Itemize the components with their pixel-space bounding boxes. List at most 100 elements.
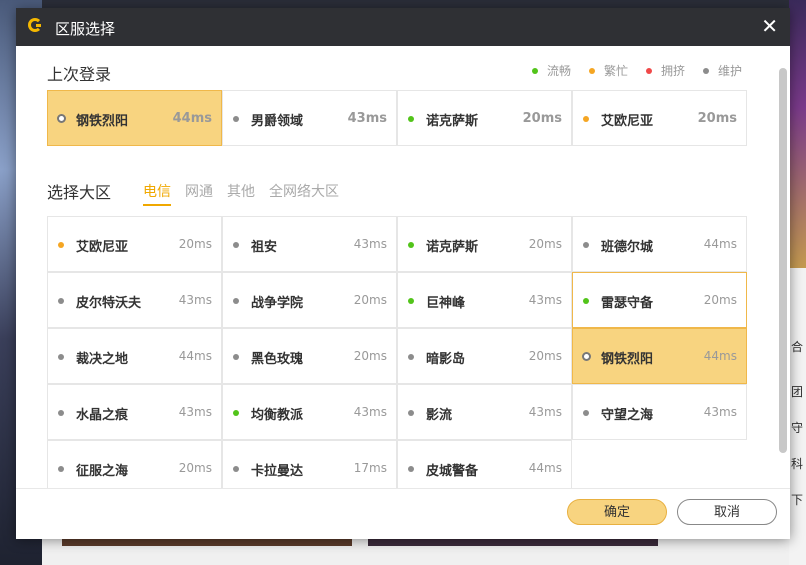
status-dot-icon (408, 116, 414, 122)
server-name: 暗影岛 (426, 352, 466, 367)
status-dot-icon (408, 298, 414, 304)
legend-item-crowded: 拥挤 (645, 62, 685, 79)
status-dot-icon (58, 298, 64, 304)
server-ping: 20ms (703, 293, 737, 307)
tab-netcom[interactable]: 网通 (185, 181, 213, 206)
dialog-title: 区服选择 (55, 20, 116, 38)
server-card-last-1[interactable]: 钢铁烈阳 44ms (47, 90, 222, 146)
tab-all-network[interactable]: 全网络大区 (269, 181, 339, 206)
server-card[interactable]: 祖安 43ms (222, 216, 397, 272)
server-ping: 20ms (528, 349, 562, 363)
close-icon[interactable]: ✕ (761, 15, 778, 37)
server-name: 男爵领域 (251, 114, 304, 129)
server-card[interactable]: 战争学院 20ms (222, 272, 397, 328)
server-card[interactable]: 钢铁烈阳 44ms (572, 328, 747, 384)
server-ping: 44ms (178, 349, 212, 363)
server-card[interactable]: 班德尔城 44ms (572, 216, 747, 272)
server-card[interactable]: 征服之海 20ms (47, 440, 222, 488)
tab-other[interactable]: 其他 (227, 181, 255, 206)
server-card[interactable]: 影流 43ms (397, 384, 572, 440)
server-ping: 20ms (178, 237, 212, 251)
status-dot-icon (408, 410, 414, 416)
server-card[interactable]: 黑色玫瑰 20ms (222, 328, 397, 384)
server-card-last-3[interactable]: 诺克萨斯 20ms (397, 90, 572, 146)
server-ping: 20ms (353, 349, 387, 363)
status-legend: 流畅 繁忙 拥挤 维护 (531, 62, 742, 79)
server-name: 均衡教派 (251, 408, 304, 423)
server-name: 征服之海 (76, 464, 129, 479)
region-select-title: 选择大区 (47, 183, 112, 202)
server-card-last-2[interactable]: 男爵领域 43ms (222, 90, 397, 146)
server-card[interactable]: 暗影岛 20ms (397, 328, 572, 384)
status-dot-icon (408, 466, 414, 472)
status-dot-icon (58, 354, 64, 360)
status-dot-icon (58, 410, 64, 416)
status-dot-icon (233, 242, 239, 248)
server-name: 黑色玫瑰 (251, 352, 304, 367)
server-ping: 20ms (697, 111, 737, 126)
background-thumbnail (368, 538, 658, 546)
app-logo-icon (28, 18, 42, 32)
server-ping: 20ms (353, 293, 387, 307)
selected-radio-icon (57, 114, 66, 123)
server-card[interactable]: 裁决之地 44ms (47, 328, 222, 384)
status-dot-icon (702, 67, 709, 74)
status-dot-icon (58, 466, 64, 472)
server-ping: 43ms (703, 405, 737, 419)
scrollbar[interactable] (779, 66, 787, 456)
selected-radio-icon (582, 352, 591, 361)
server-card[interactable]: 诺克萨斯 20ms (397, 216, 572, 272)
confirm-button[interactable]: 确定 (567, 499, 667, 525)
last-login-title: 上次登录 (47, 65, 112, 84)
background-side-text: 科 (791, 457, 804, 471)
dialog-titlebar: 区服选择 ✕ (16, 8, 790, 46)
tab-telecom[interactable]: 电信 (143, 181, 171, 206)
server-ping: 20ms (528, 237, 562, 251)
server-card[interactable]: 均衡教派 43ms (222, 384, 397, 440)
legend-item-smooth: 流畅 (531, 62, 571, 79)
background-thumbnail (62, 538, 352, 546)
server-card[interactable]: 皮尔特沃夫 43ms (47, 272, 222, 328)
server-ping: 43ms (178, 293, 212, 307)
background-app-banner (789, 0, 806, 268)
server-ping: 44ms (703, 237, 737, 251)
background-side-text: 下 (791, 493, 804, 507)
server-select-dialog: 区服选择 ✕ 上次登录 流畅 繁忙 拥挤 维护 钢铁烈阳 44ms 男爵领域 4… (16, 8, 790, 539)
server-name: 班德尔城 (601, 240, 654, 255)
legend-label: 拥挤 (660, 64, 685, 78)
status-dot-icon (233, 466, 239, 472)
background-side-text: 团 (791, 385, 804, 399)
legend-label: 繁忙 (603, 64, 628, 78)
server-card[interactable]: 卡拉曼达 17ms (222, 440, 397, 488)
server-name: 守望之海 (601, 408, 654, 423)
background-app-bottom (42, 538, 789, 565)
server-name: 艾欧尼亚 (76, 240, 129, 255)
server-ping: 43ms (528, 405, 562, 419)
scrollbar-thumb[interactable] (779, 68, 787, 453)
cancel-button[interactable]: 取消 (677, 499, 777, 525)
server-ping: 43ms (353, 237, 387, 251)
server-card[interactable]: 巨神峰 43ms (397, 272, 572, 328)
status-dot-icon (58, 242, 64, 248)
status-dot-icon (583, 298, 589, 304)
dialog-content: 上次登录 流畅 繁忙 拥挤 维护 钢铁烈阳 44ms 男爵领域 43ms 诺克萨… (16, 46, 790, 488)
server-name: 艾欧尼亚 (601, 114, 654, 129)
server-card-last-4[interactable]: 艾欧尼亚 20ms (572, 90, 747, 146)
server-card[interactable]: 守望之海 43ms (572, 384, 747, 440)
server-card[interactable]: 水晶之痕 43ms (47, 384, 222, 440)
server-card[interactable]: 艾欧尼亚 20ms (47, 216, 222, 272)
server-ping: 43ms (178, 405, 212, 419)
server-name: 皮城警备 (426, 464, 479, 479)
server-card[interactable]: 皮城警备 44ms (397, 440, 572, 488)
legend-label: 维护 (717, 64, 742, 78)
background-side-text: 合 (791, 340, 804, 354)
server-card[interactable]: 雷瑟守备 20ms (572, 272, 747, 328)
last-login-server-grid: 钢铁烈阳 44ms 男爵领域 43ms 诺克萨斯 20ms 艾欧尼亚 20ms (47, 90, 747, 146)
server-name: 诺克萨斯 (426, 240, 479, 255)
background-app-sidebar: 合 团 守 科 下 (789, 268, 806, 565)
server-name: 诺克萨斯 (426, 114, 479, 129)
status-dot-icon (531, 67, 538, 74)
server-ping: 20ms (522, 111, 562, 126)
region-tabs: 电信 网通 其他 全网络大区 (143, 181, 339, 206)
server-name: 巨神峰 (426, 296, 466, 311)
